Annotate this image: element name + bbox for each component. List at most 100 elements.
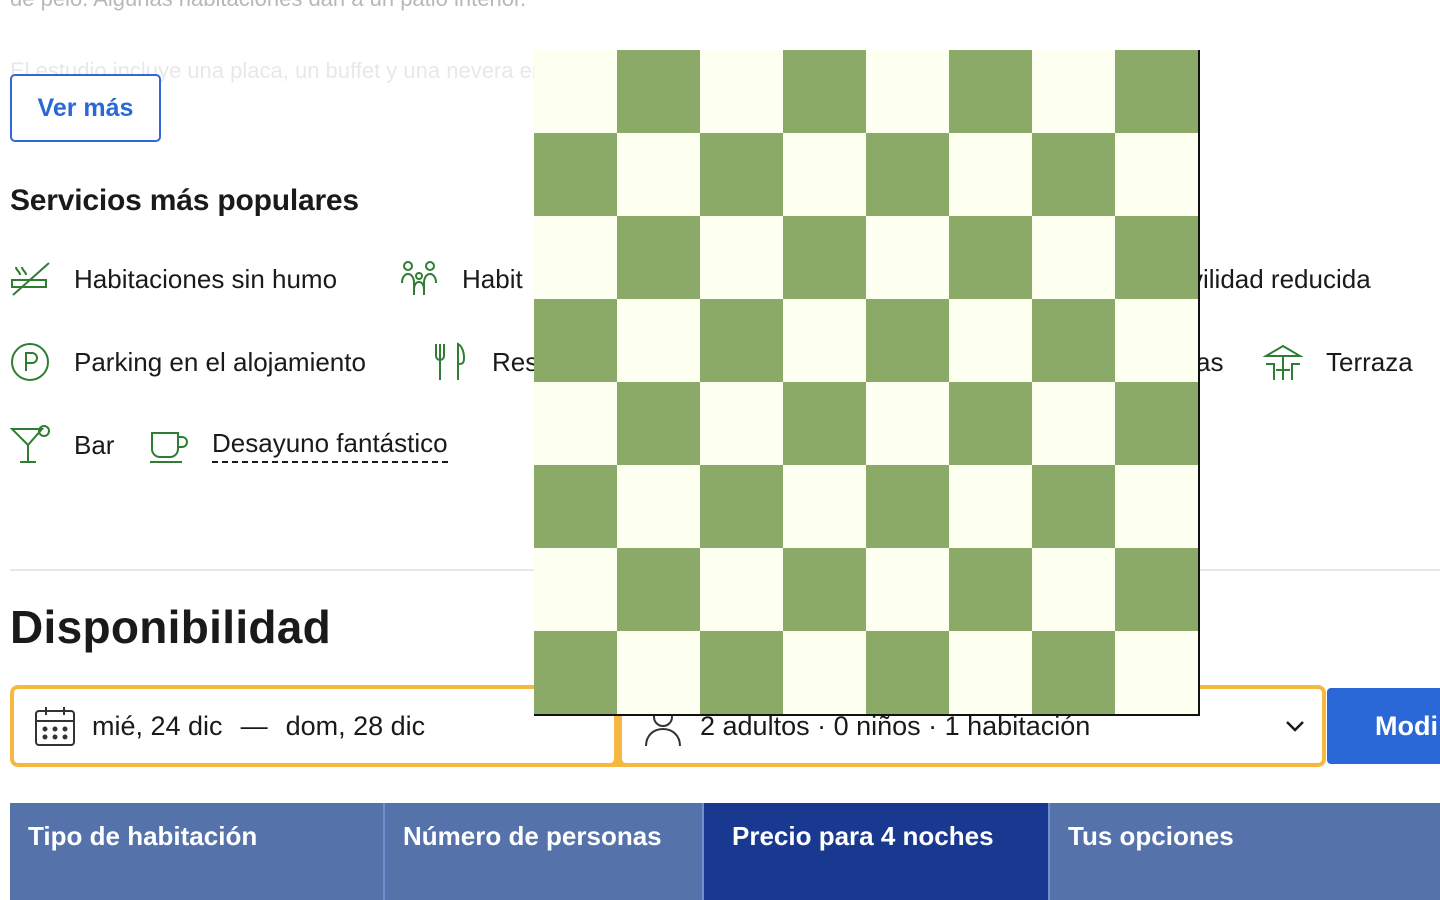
- board-square: [534, 631, 617, 714]
- board-square: [783, 216, 866, 299]
- amenity-restaurant: Res: [428, 342, 538, 382]
- board-square: [700, 133, 783, 216]
- board-square: [1032, 299, 1115, 382]
- amenity-pets: as: [1196, 342, 1223, 382]
- amenity-label: Bar: [74, 429, 115, 460]
- board-square: [617, 465, 700, 548]
- board-square: [783, 382, 866, 465]
- board-square: [1032, 382, 1115, 465]
- board-square: [949, 465, 1032, 548]
- board-square: [1115, 299, 1198, 382]
- board-square: [700, 299, 783, 382]
- popular-services-title: Servicios más populares: [10, 184, 359, 217]
- board-square: [534, 465, 617, 548]
- amenity-wheelchair: vilidad reducida: [1190, 259, 1371, 299]
- board-square: [783, 465, 866, 548]
- amenity-label: as: [1196, 346, 1224, 377]
- board-square: [1115, 631, 1198, 714]
- chevron-down-icon: [1286, 721, 1304, 732]
- description-text-cut: de pelo. Algunas habitaciones dan a un p…: [10, 0, 526, 12]
- board-square: [1032, 216, 1115, 299]
- board-square: [1032, 133, 1115, 216]
- board-square: [949, 548, 1032, 631]
- board-square: [617, 631, 700, 714]
- amenity-family: Habit: [398, 259, 523, 299]
- column-header-price[interactable]: Precio para 4 noches: [704, 803, 1050, 900]
- board-square: [949, 299, 1032, 382]
- calendar-icon: [32, 703, 78, 749]
- amenity-label: Habit: [462, 263, 523, 294]
- board-square: [1032, 631, 1115, 714]
- check-in-date: mié, 24 dic: [92, 710, 223, 741]
- amenity-label: Habitaciones sin humo: [74, 263, 338, 294]
- amenity-label-breakfast[interactable]: Desayuno fantástico: [212, 428, 448, 463]
- column-header-options[interactable]: Tus opciones: [1050, 803, 1440, 900]
- board-square: [949, 50, 1032, 133]
- board-square: [866, 299, 949, 382]
- board-square: [783, 631, 866, 714]
- board-square: [534, 133, 617, 216]
- restaurant-icon: [428, 342, 470, 382]
- board-square: [1115, 548, 1198, 631]
- board-square: [534, 382, 617, 465]
- no-smoking-icon: [10, 259, 52, 299]
- board-square: [700, 50, 783, 133]
- checkerboard-overlay: [534, 50, 1200, 716]
- amenity-label: Res: [492, 346, 539, 377]
- dates-field[interactable]: mié, 24 dic — dom, 28 dic: [14, 689, 614, 763]
- amenity-bar: Bar: [10, 425, 114, 465]
- board-square: [783, 548, 866, 631]
- board-square: [1115, 465, 1198, 548]
- board-square: [866, 465, 949, 548]
- board-square: [534, 299, 617, 382]
- board-square: [866, 548, 949, 631]
- board-square: [534, 216, 617, 299]
- availability-title: Disponibilidad: [10, 601, 332, 653]
- board-square: [783, 50, 866, 133]
- family-icon: [398, 259, 440, 299]
- board-square: [534, 548, 617, 631]
- coffee-cup-icon: [148, 425, 190, 465]
- board-square: [617, 50, 700, 133]
- parking-icon: [10, 342, 52, 382]
- column-header-persons[interactable]: Número de personas: [385, 803, 704, 900]
- board-square: [1032, 465, 1115, 548]
- board-square: [866, 216, 949, 299]
- cocktail-icon: [10, 425, 52, 465]
- board-square: [949, 133, 1032, 216]
- board-square: [617, 299, 700, 382]
- board-square: [700, 216, 783, 299]
- board-square: [1032, 548, 1115, 631]
- amenity-breakfast[interactable]: Desayuno fantástico: [148, 425, 448, 465]
- board-square: [866, 133, 949, 216]
- column-header-room-type[interactable]: Tipo de habitación: [10, 803, 385, 900]
- board-square: [949, 216, 1032, 299]
- rooms-table-header: Tipo de habitación Número de personas Pr…: [10, 803, 1440, 900]
- amenity-no-smoking: Habitaciones sin humo: [10, 259, 337, 299]
- board-square: [1115, 382, 1198, 465]
- board-square: [617, 382, 700, 465]
- board-square: [700, 631, 783, 714]
- board-square: [866, 631, 949, 714]
- board-square: [949, 631, 1032, 714]
- modify-search-button[interactable]: Modi: [1327, 688, 1440, 764]
- amenity-label: Parking en el alojamiento: [74, 346, 366, 377]
- board-square: [617, 216, 700, 299]
- amenity-label: Terraza: [1326, 346, 1413, 377]
- board-square: [1115, 50, 1198, 133]
- ver-mas-button[interactable]: Ver más: [10, 74, 161, 142]
- date-separator: —: [240, 710, 268, 741]
- board-square: [700, 548, 783, 631]
- board-square: [534, 50, 617, 133]
- board-square: [1032, 50, 1115, 133]
- board-square: [617, 548, 700, 631]
- board-square: [783, 299, 866, 382]
- board-square: [866, 382, 949, 465]
- board-square: [949, 382, 1032, 465]
- board-square: [1115, 133, 1198, 216]
- amenity-parking: Parking en el alojamiento: [10, 342, 366, 382]
- terrace-icon: [1262, 342, 1304, 382]
- board-square: [617, 133, 700, 216]
- amenity-terrace: Terraza: [1262, 342, 1413, 382]
- board-square: [700, 465, 783, 548]
